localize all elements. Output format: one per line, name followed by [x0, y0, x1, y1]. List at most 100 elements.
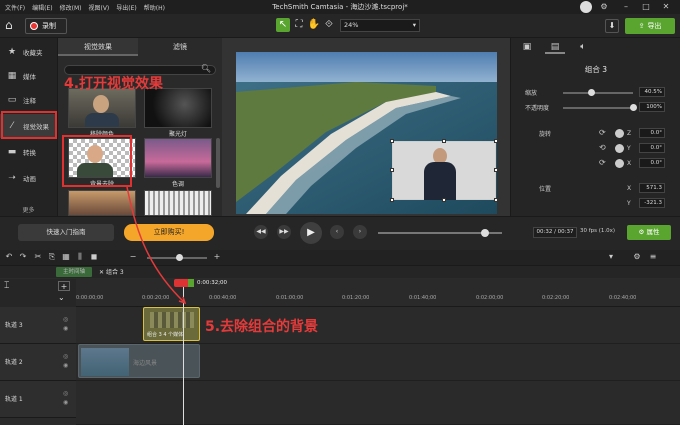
zoom-in-icon[interactable]: + — [212, 252, 222, 261]
menu-modify[interactable]: 修改(M) — [60, 3, 82, 12]
transform-tool-icon[interactable]: ⟐ — [322, 18, 336, 32]
effect-thumb-spotlight[interactable] — [144, 88, 212, 128]
collapse-icon[interactable]: ▾ — [606, 252, 616, 261]
resize-handle[interactable] — [390, 139, 394, 143]
rotation-y-input[interactable]: 0.0° — [639, 143, 665, 153]
zoom-select[interactable]: 24% ▾ — [340, 19, 420, 32]
next-marker-icon[interactable]: › — [353, 225, 367, 239]
video-props-tab-icon[interactable]: ▤ — [545, 42, 565, 54]
timeline-settings-icon[interactable]: ⚙ — [632, 252, 642, 261]
zoom-value: 24% — [344, 21, 359, 29]
ruler-label: 0:01:40;00 — [409, 295, 437, 301]
opacity-input[interactable]: 100% — [639, 102, 665, 112]
resize-handle[interactable] — [390, 168, 394, 172]
collapse-tracks-icon[interactable]: ⌄ — [58, 293, 65, 302]
menu-edit[interactable]: 编辑(E) — [32, 3, 52, 12]
menu-file[interactable]: 文件(F) — [5, 3, 25, 12]
select-tool-icon[interactable]: ↖ — [276, 18, 290, 32]
star-icon: ★ — [7, 47, 17, 57]
step-back-icon[interactable]: ◀◀ — [254, 225, 268, 239]
track-lock-icon[interactable]: ◎ ◉ — [63, 352, 68, 370]
settings-icon[interactable]: ⚙ — [598, 1, 610, 13]
sidebar-more[interactable]: 更多 — [0, 205, 57, 214]
sidebar-item-transitions[interactable]: ▬ 转换 — [0, 140, 57, 164]
audio-props-tab-icon[interactable]: 🔈︎ — [573, 42, 593, 52]
library-scrollbar[interactable] — [216, 138, 220, 188]
sidebar-item-media[interactable]: ▦ 媒体 — [0, 64, 57, 88]
sidebar-item-animations[interactable]: ➝ 动画 — [0, 166, 57, 190]
visual-props-tab-icon[interactable]: ▣ — [517, 42, 537, 52]
quick-start-guide-button[interactable]: 快速入门指南 — [18, 224, 114, 241]
tab-group-3[interactable]: ✕ 组合 3 — [99, 267, 124, 276]
tab-main-timeline[interactable]: 主时间轴 — [56, 267, 92, 277]
resize-handle[interactable] — [494, 139, 498, 143]
resize-handle[interactable] — [442, 139, 446, 143]
rotation-z-input[interactable]: 0.0° — [639, 128, 665, 138]
cut-icon[interactable]: ✂ — [33, 252, 43, 261]
previous-marker-icon[interactable]: ‹ — [330, 225, 344, 239]
menu-help[interactable]: 帮助(H) — [144, 3, 165, 12]
sea-scenery-clip[interactable]: 海边风景 — [78, 344, 200, 378]
properties-button[interactable]: ⚙ 属性 — [627, 225, 671, 240]
tab-visual-effects[interactable]: 视觉效果 — [58, 38, 138, 56]
resize-handle[interactable] — [494, 198, 498, 202]
opacity-slider[interactable] — [563, 107, 633, 109]
pan-tool-icon[interactable]: ✋ — [307, 18, 321, 32]
opacity-label: 不透明度 — [525, 105, 550, 112]
resize-handle[interactable] — [390, 198, 394, 202]
sidebar-item-annotations[interactable]: ▭ 注释 — [0, 88, 57, 112]
play-icon[interactable]: ▶ — [300, 222, 322, 244]
ruler-label: 0:01:00;00 — [276, 295, 304, 301]
record-button[interactable]: 录制 — [25, 18, 67, 34]
rotation-x-dial[interactable] — [615, 159, 624, 168]
opacity-slider-knob[interactable] — [630, 104, 637, 111]
scale-slider[interactable] — [563, 92, 633, 94]
split-icon[interactable]: ⫼ — [75, 252, 85, 262]
crop-tool-icon[interactable]: ⛶ — [292, 18, 306, 32]
position-y-input[interactable]: -321.3 — [639, 198, 665, 208]
effect-thumb-tint[interactable] — [144, 138, 212, 178]
maximize-icon[interactable]: □ — [640, 1, 652, 13]
export-button[interactable]: ⇪ 导出 — [625, 18, 675, 34]
magnet-icon[interactable]: ⌶ — [4, 281, 9, 291]
tab-filters[interactable]: 滤镜 — [140, 38, 220, 56]
menu-export[interactable]: 导出(E) — [116, 3, 136, 12]
close-tab-icon[interactable]: ✕ — [99, 269, 106, 276]
add-track-icon[interactable]: + — [58, 281, 70, 291]
undo-icon[interactable]: ↶ — [4, 252, 14, 261]
position-x-input[interactable]: 571.3 — [639, 183, 665, 193]
close-icon[interactable]: ✕ — [660, 1, 672, 13]
sidebar-item-favorites[interactable]: ★ 收藏夹 — [0, 40, 57, 64]
user-avatar-icon[interactable] — [580, 1, 592, 13]
paste-icon[interactable]: ▦ — [61, 252, 71, 261]
rotation-y-axis: Y — [627, 145, 631, 152]
step-forward-icon[interactable]: ▶▶ — [277, 225, 291, 239]
effect-thumb-remove-color[interactable] — [68, 88, 136, 128]
snapshot-icon[interactable]: ◼ — [89, 252, 99, 261]
timeline-more-icon[interactable]: ≡ — [648, 252, 658, 261]
home-icon[interactable]: ⌂ — [5, 18, 19, 32]
track-header-3[interactable]: 轨道 3 ◎ ◉ — [0, 307, 76, 344]
track-lane-1[interactable] — [76, 381, 680, 425]
rotation-x-input[interactable]: 0.0° — [639, 158, 665, 168]
resize-handle[interactable] — [494, 168, 498, 172]
rotation-y-dial[interactable] — [615, 144, 624, 153]
minimize-icon[interactable]: – — [620, 1, 632, 13]
scale-slider-knob[interactable] — [588, 89, 596, 96]
track-header-2[interactable]: 轨道 2 ◎ ◉ — [0, 344, 76, 381]
menubar: 文件(F) 编辑(E) 修改(M) 视图(V) 导出(E) 帮助(H) Tech… — [0, 0, 680, 14]
window-title: TechSmith Camtasia - 海边沙滩.tscproj* — [272, 3, 408, 11]
rotation-z-dial[interactable] — [615, 129, 624, 138]
highlight-box-sidebar — [1, 111, 57, 139]
resize-handle[interactable] — [442, 198, 446, 202]
download-icon[interactable]: ⬇ — [605, 19, 619, 33]
track-header-1[interactable]: 轨道 1 ◎ ◉ — [0, 381, 76, 418]
rotation-label: 旋转 — [539, 131, 552, 138]
redo-icon[interactable]: ↷ — [18, 252, 28, 261]
track-lock-icon[interactable]: ◎ ◉ — [63, 389, 68, 407]
overlay-video-clip[interactable] — [390, 139, 498, 202]
track-lock-icon[interactable]: ◎ ◉ — [63, 315, 68, 333]
menu-view[interactable]: 视图(V) — [88, 3, 109, 12]
scale-input[interactable]: 40.5% — [639, 87, 665, 97]
copy-icon[interactable]: ⎘ — [47, 252, 57, 262]
